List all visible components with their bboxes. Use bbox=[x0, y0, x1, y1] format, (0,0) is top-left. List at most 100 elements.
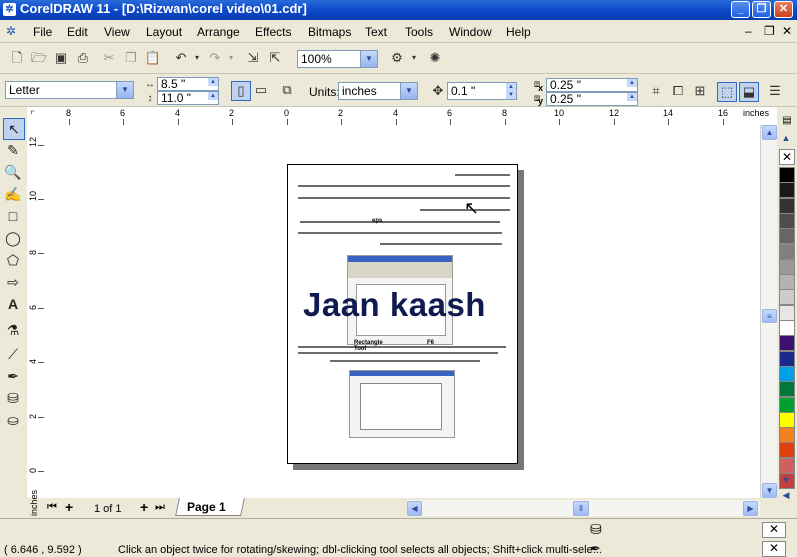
last-page-icon[interactable]: ⏭ bbox=[155, 501, 165, 514]
basic-shapes-tool-icon[interactable]: ⇨ bbox=[3, 272, 23, 292]
scroll-up-icon[interactable]: ▲ bbox=[762, 125, 777, 140]
color-swatch[interactable] bbox=[779, 289, 795, 306]
nudge-up-icon[interactable]: ▲ bbox=[506, 83, 516, 91]
zoom-tool-icon[interactable]: 🔍 bbox=[3, 162, 23, 182]
heading-text[interactable]: Jaan kaash bbox=[303, 286, 486, 324]
menu-bitmaps[interactable]: Bitmaps bbox=[308, 25, 351, 39]
doc-minimize-icon[interactable]: – bbox=[745, 24, 752, 38]
rectangle-tool-icon[interactable]: □ bbox=[3, 206, 23, 226]
text-tool-icon[interactable]: A bbox=[3, 294, 23, 314]
snap-to-guidelines-icon[interactable]: ⧠ bbox=[669, 82, 687, 100]
color-swatch[interactable] bbox=[779, 365, 795, 382]
treat-as-filled-icon[interactable]: ⬚ bbox=[717, 82, 737, 102]
vertical-scrollbar[interactable]: ▲ ≡ ▼ bbox=[760, 125, 778, 498]
color-swatch[interactable] bbox=[779, 427, 795, 444]
color-swatch[interactable] bbox=[779, 212, 795, 229]
freehand-tool-icon[interactable]: ✍ bbox=[3, 184, 23, 204]
outline-indicator-icon[interactable]: ✒ bbox=[590, 541, 601, 557]
save-icon[interactable]: ▣ bbox=[52, 49, 70, 67]
snap-to-objects-icon[interactable]: ⊞ bbox=[691, 82, 709, 100]
horizontal-ruler[interactable]: 8 6 4 2 0 2 4 6 8 10 12 14 16 inches bbox=[44, 107, 777, 126]
palette-menu-icon[interactable]: ▤ bbox=[779, 113, 795, 129]
color-swatch[interactable] bbox=[779, 335, 795, 352]
polygon-tool-icon[interactable]: ⬠ bbox=[3, 250, 23, 270]
doc-icon[interactable]: ✲ bbox=[6, 24, 16, 38]
color-swatch[interactable] bbox=[779, 320, 795, 336]
horizontal-scrollbar[interactable]: ◀ ⦀ ▶ bbox=[407, 500, 760, 516]
color-swatch[interactable] bbox=[779, 457, 795, 474]
menu-file[interactable]: File bbox=[33, 25, 52, 39]
menu-window[interactable]: Window bbox=[449, 25, 492, 39]
duplicate-x-field[interactable]: 0.25 " ▲ bbox=[546, 78, 638, 92]
application-launcher-icon[interactable]: ⚙ bbox=[388, 49, 406, 67]
fill-indicator-icon[interactable]: ⛁ bbox=[590, 521, 602, 538]
embedded-screenshot-2[interactable] bbox=[349, 370, 455, 438]
doc-close-icon[interactable]: ✕ bbox=[782, 24, 792, 38]
export-icon[interactable]: ⇱ bbox=[266, 49, 284, 67]
launcher-dropdown-icon[interactable]: ▾ bbox=[405, 49, 423, 67]
shape-tool-icon[interactable]: ✎ bbox=[3, 140, 23, 160]
units-dropdown-icon[interactable]: ▼ bbox=[400, 83, 417, 99]
corel-app-icon[interactable]: ✲ bbox=[3, 3, 16, 16]
undo-dropdown-icon[interactable]: ▾ bbox=[188, 49, 206, 67]
nudge-offset-field[interactable]: 0.1 " ▲ ▼ bbox=[447, 82, 517, 100]
color-swatch[interactable] bbox=[779, 228, 795, 245]
ellipse-tool-icon[interactable]: ◯ bbox=[3, 228, 23, 248]
paste-icon[interactable]: 📋 bbox=[144, 49, 162, 67]
outline-color-indicator[interactable]: ✕ bbox=[762, 541, 786, 557]
scroll-down-icon[interactable]: ▼ bbox=[762, 483, 777, 498]
no-color-swatch[interactable]: ✕ bbox=[779, 149, 795, 165]
paper-size-select[interactable]: Letter ▼ bbox=[5, 81, 134, 99]
color-swatch[interactable] bbox=[779, 167, 795, 183]
copy-icon[interactable]: ❐ bbox=[122, 49, 140, 67]
first-page-icon[interactable]: ⏮ bbox=[47, 501, 57, 514]
zoom-level-select[interactable]: 100% ▼ bbox=[297, 50, 378, 68]
draw-as-selected-icon[interactable]: ⬓ bbox=[739, 82, 759, 102]
minimize-button[interactable]: _ bbox=[731, 1, 750, 18]
corel-online-icon[interactable]: ✺ bbox=[426, 49, 444, 67]
units-select[interactable]: inches ▼ bbox=[338, 82, 418, 100]
color-swatch[interactable] bbox=[779, 381, 795, 398]
vertical-scroll-thumb[interactable]: ≡ bbox=[762, 309, 777, 323]
color-swatch[interactable] bbox=[779, 182, 795, 199]
pick-tool-icon[interactable]: ↖ bbox=[3, 118, 25, 140]
interactive-blend-icon[interactable]: ⛀ bbox=[3, 410, 23, 430]
outline-tool-icon[interactable]: ✒ bbox=[3, 366, 23, 386]
close-button[interactable]: ✕ bbox=[774, 1, 793, 18]
portrait-icon[interactable]: ▯ bbox=[231, 81, 251, 101]
color-swatch[interactable] bbox=[779, 197, 795, 214]
snap-to-grid-icon[interactable]: ⌗ bbox=[647, 82, 665, 100]
color-swatch[interactable] bbox=[779, 258, 795, 275]
interactive-fill-icon[interactable]: ⚗ bbox=[3, 320, 23, 340]
new-icon[interactable]: 🗋 bbox=[8, 49, 26, 67]
height-up-icon[interactable]: ▲ bbox=[208, 92, 218, 100]
scroll-right-icon[interactable]: ▶ bbox=[743, 501, 758, 516]
add-page-before-icon[interactable]: + bbox=[65, 499, 73, 515]
open-icon[interactable]: 🗁 bbox=[30, 49, 48, 67]
page-width-field[interactable]: 8.5 " ▲ bbox=[157, 77, 219, 91]
color-swatch[interactable] bbox=[779, 442, 795, 459]
options-icon[interactable]: ☰ bbox=[766, 82, 784, 100]
palette-expand-icon[interactable]: ◀ bbox=[779, 490, 793, 502]
menu-edit[interactable]: Edit bbox=[67, 25, 88, 39]
color-swatch[interactable] bbox=[779, 304, 795, 321]
print-icon[interactable]: ⎙ bbox=[74, 49, 92, 67]
palette-scroll-down-icon[interactable]: ▼ bbox=[779, 475, 793, 487]
landscape-icon[interactable]: ▭ bbox=[252, 81, 270, 99]
color-swatch[interactable] bbox=[779, 274, 795, 291]
paper-size-dropdown-icon[interactable]: ▼ bbox=[116, 82, 133, 98]
ruler-origin[interactable]: ⌜ bbox=[27, 107, 45, 126]
restore-button[interactable]: ❐ bbox=[752, 1, 771, 18]
dup-x-up-icon[interactable]: ▲ bbox=[627, 79, 637, 87]
nudge-down-icon[interactable]: ▼ bbox=[506, 91, 516, 99]
cut-icon[interactable]: ✂ bbox=[100, 49, 118, 67]
menu-tools[interactable]: Tools bbox=[405, 25, 433, 39]
color-swatch[interactable] bbox=[779, 411, 795, 428]
horizontal-scroll-thumb[interactable]: ⦀ bbox=[573, 501, 589, 516]
doc-restore-icon[interactable]: ❐ bbox=[764, 24, 775, 38]
menu-text[interactable]: Text bbox=[365, 25, 387, 39]
scroll-left-icon[interactable]: ◀ bbox=[407, 501, 422, 516]
dup-y-up-icon[interactable]: ▲ bbox=[627, 93, 637, 101]
fill-tool-icon[interactable]: ⛁ bbox=[3, 388, 23, 408]
width-up-icon[interactable]: ▲ bbox=[208, 78, 218, 86]
